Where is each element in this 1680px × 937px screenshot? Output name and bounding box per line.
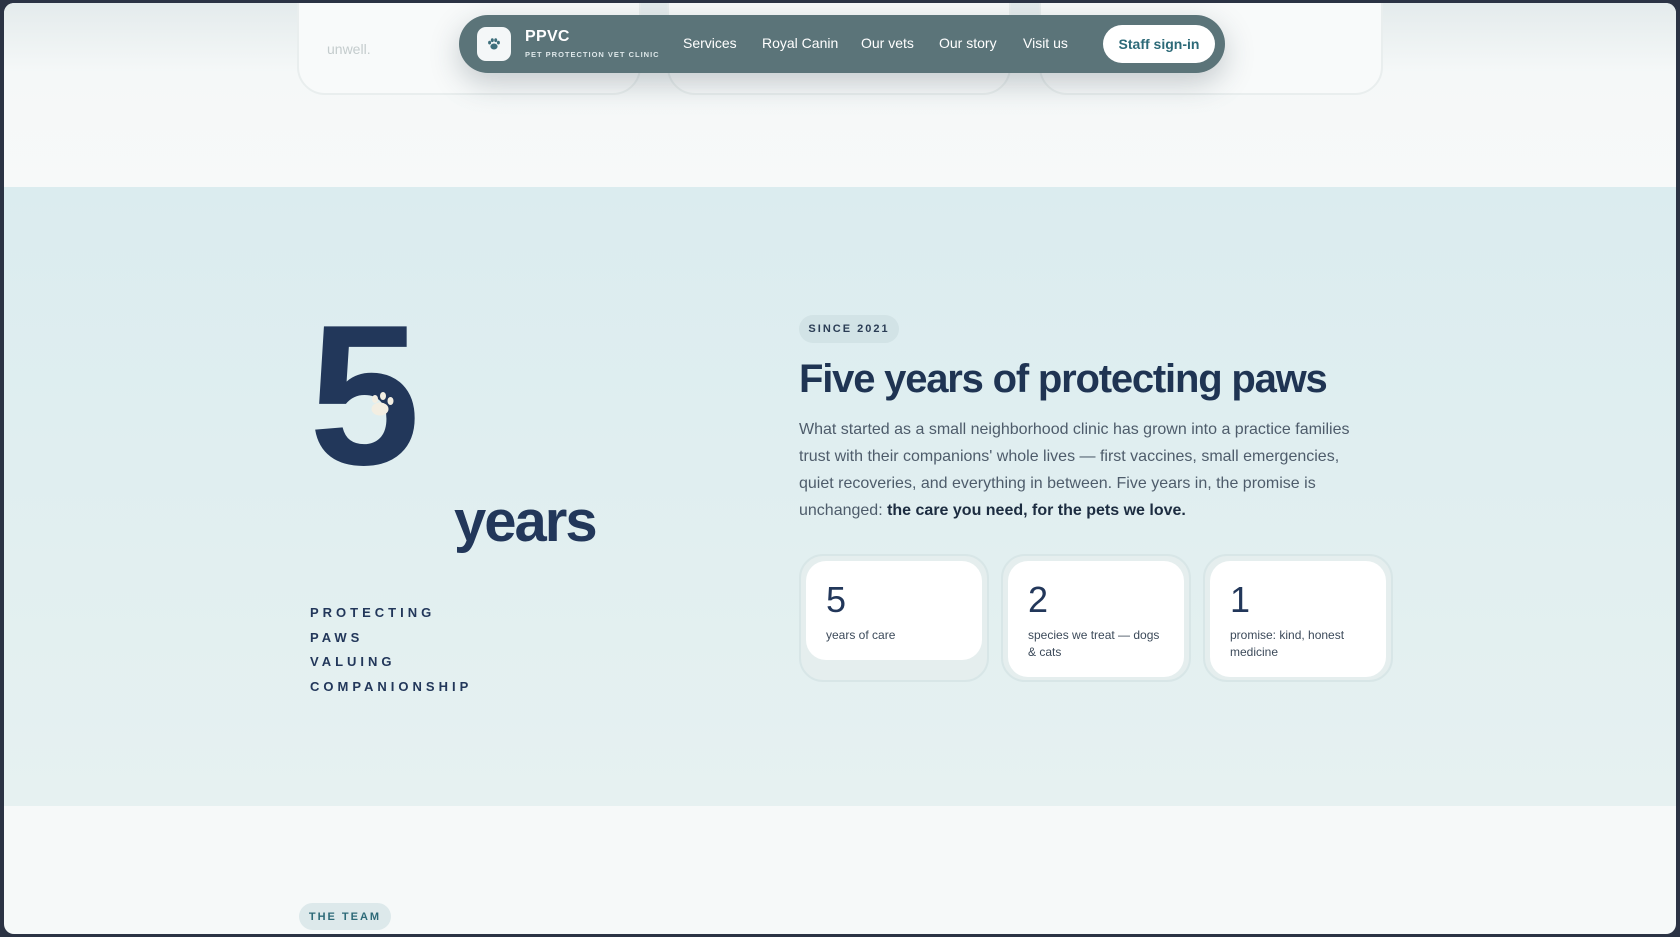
our-story-section: 5 years PROTECTING PAWS VALUING COMPANIO…: [4, 187, 1676, 806]
tagline: PROTECTING PAWS VALUING COMPANIONSHIP: [310, 601, 472, 699]
stat-label: promise: kind, honest medicine: [1230, 628, 1345, 659]
stat-card-inner: 2 species we treat — dogs & cats: [1008, 561, 1184, 677]
stat-card-years: 5 years of care: [799, 554, 989, 682]
nav-link-our-vets[interactable]: Our vets: [861, 35, 914, 51]
story-body-emphasis: the care you need, for the pets we love.: [887, 502, 1186, 519]
stat-number: 1: [1230, 579, 1251, 620]
team-section-label: THE TEAM: [299, 903, 391, 930]
big-five-graphic: 5: [309, 284, 429, 507]
story-body: What started as a small neighborhood cli…: [799, 416, 1369, 524]
tagline-line: COMPANIONSHIP: [310, 678, 473, 694]
nav-link-visit-us[interactable]: Visit us: [1023, 35, 1068, 51]
staff-signin-button[interactable]: Staff sign-in: [1103, 25, 1215, 63]
paw-icon: [488, 38, 500, 50]
stat-card-promise: 1 promise: kind, honest medicine: [1203, 554, 1393, 682]
faded-card-text: unwell.: [327, 41, 371, 57]
tagline-line: PAWS: [310, 629, 364, 645]
stat-label: species we treat — dogs & cats: [1028, 628, 1160, 659]
tagline-line: PROTECTING: [310, 605, 436, 620]
story-title: Five years of protecting paws: [799, 357, 1328, 401]
brand-subtitle: PET PROTECTION VET CLINIC: [525, 50, 660, 59]
stat-card-inner: 1 promise: kind, honest medicine: [1210, 561, 1386, 677]
browser-viewport: unwell. PPVC PET PROTECTION VET CLINIC S…: [4, 3, 1676, 934]
big-five-number: 5: [309, 314, 415, 474]
brand-name[interactable]: PPVC: [525, 28, 570, 46]
stat-number: 2: [1028, 579, 1049, 620]
nav-link-our-story[interactable]: Our story: [939, 35, 997, 51]
since-badge: SINCE 2021: [799, 315, 899, 343]
stat-card-species: 2 species we treat — dogs & cats: [1001, 554, 1191, 682]
nav-link-services[interactable]: Services: [683, 35, 737, 51]
stat-card-inner: 5 years of care: [806, 561, 982, 660]
stat-label: years of care: [826, 628, 896, 642]
main-navigation: PPVC PET PROTECTION VET CLINIC Services …: [459, 15, 1225, 73]
nav-link-royal-canin[interactable]: Royal Canin: [762, 35, 838, 51]
stat-number: 5: [826, 579, 847, 620]
big-years-word: years: [454, 489, 598, 554]
paw-icon[interactable]: [477, 27, 511, 61]
tagline-line: VALUING: [310, 654, 396, 669]
